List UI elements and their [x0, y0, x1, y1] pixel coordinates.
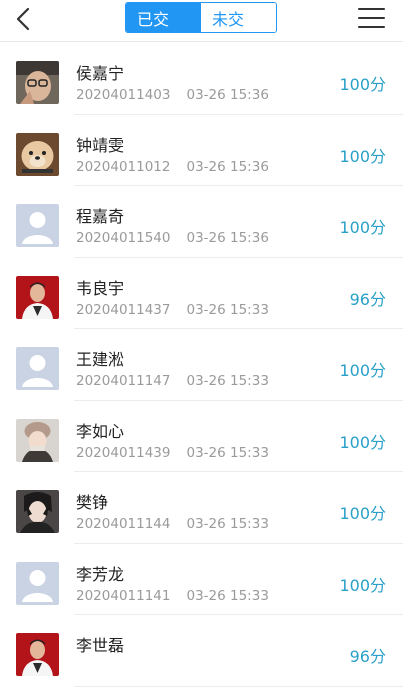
student-list: 侯嘉宁 20204011403 03-26 15:36 100分 钟靖雯 20204011… [0, 43, 403, 687]
submission-time: 03-26 15:33 [186, 444, 269, 461]
student-id: 20204011437 [76, 301, 171, 318]
submission-time: 03-26 15:33 [186, 301, 269, 318]
score-value: 96分 [349, 289, 386, 309]
student-name: 王建淞 [76, 350, 125, 369]
student-id: 20204011012 [76, 158, 171, 175]
chevron-left-icon [16, 7, 30, 31]
student-meta [76, 659, 92, 675]
avatar [16, 561, 59, 605]
avatar [16, 61, 59, 104]
student-id: 20204011403 [76, 87, 171, 103]
submission-time: 03-26 15:36 [186, 87, 269, 103]
student-name: 程嘉奇 [76, 207, 125, 226]
student-row[interactable]: 程嘉奇 20204011540 03-26 15:36 100分 [0, 186, 403, 258]
student-name: 李如心 [76, 421, 125, 441]
submission-time: 03-26 15:33 [186, 516, 269, 532]
top-bar: 已交 未交 [0, 0, 403, 42]
student-name: 李芳龙 [76, 564, 125, 584]
student-id: 20204011147 [76, 373, 171, 389]
score-value: 100分 [339, 361, 386, 380]
student-id: 20204011540 [76, 230, 171, 246]
menu-button[interactable] [358, 6, 385, 30]
avatar [16, 418, 59, 462]
student-meta: 20204011012 03-26 15:36 [76, 159, 269, 175]
score-value: 100分 [339, 504, 386, 523]
student-row[interactable]: 李如心 20204011439 03-26 15:33 100分 [0, 401, 403, 472]
avatar [16, 347, 59, 390]
avatar [16, 132, 59, 176]
student-row[interactable]: 李芳龙 20204011141 03-26 15:33 100分 [0, 544, 403, 615]
student-row[interactable]: 钟靖雯 20204011012 03-26 15:36 100分 [0, 115, 403, 186]
score-value: 100分 [339, 575, 386, 595]
hamburger-menu-icon [358, 8, 385, 10]
student-meta: 20204011540 03-26 15:36 [76, 230, 269, 246]
student-meta: 20204011403 03-26 15:36 [76, 87, 269, 103]
tab-submitted[interactable]: 已交 [126, 3, 201, 32]
row-divider [74, 685, 403, 687]
score-value: 100分 [339, 75, 386, 94]
avatar [16, 204, 59, 247]
student-id: 20204011439 [76, 444, 171, 461]
student-name: 韦良宇 [76, 278, 125, 298]
score-value: 100分 [339, 432, 386, 452]
back-button[interactable] [8, 4, 38, 34]
avatar [16, 490, 59, 533]
student-row[interactable]: 樊铮 20204011144 03-26 15:33 100分 [0, 472, 403, 544]
student-name: 侯嘉宁 [76, 64, 125, 83]
student-id: 20204011144 [76, 516, 171, 532]
student-row[interactable]: 韦良宇 20204011437 03-26 15:33 96分 [0, 258, 403, 329]
score-value: 100分 [339, 146, 386, 166]
submission-time: 03-26 15:33 [186, 373, 269, 389]
hamburger-menu-line [358, 26, 385, 28]
student-name: 李世磊 [76, 636, 125, 655]
student-id: 20204011141 [76, 587, 171, 604]
student-name: 樊铮 [76, 493, 109, 512]
submission-segmented-control: 已交 未交 [125, 2, 277, 33]
avatar [16, 633, 59, 676]
student-row[interactable]: 王建淞 20204011147 03-26 15:33 100分 [0, 329, 403, 401]
submission-time: 03-26 15:36 [186, 158, 269, 175]
student-meta: 20204011439 03-26 15:33 [76, 445, 269, 461]
avatar [16, 275, 59, 319]
student-meta: 20204011144 03-26 15:33 [76, 516, 269, 532]
score-value: 96分 [349, 647, 386, 666]
tab-not-submitted[interactable]: 未交 [201, 3, 276, 32]
submission-time: 03-26 15:36 [186, 230, 269, 246]
hamburger-menu-line [358, 17, 385, 19]
student-row[interactable]: 李世磊 96分 [0, 615, 403, 687]
student-meta: 20204011437 03-26 15:33 [76, 302, 269, 318]
student-row[interactable]: 侯嘉宁 20204011403 03-26 15:36 100分 [0, 43, 403, 115]
student-name: 钟靖雯 [76, 135, 125, 155]
student-meta: 20204011141 03-26 15:33 [76, 588, 269, 604]
student-meta: 20204011147 03-26 15:33 [76, 373, 269, 389]
submission-time: 03-26 15:33 [186, 587, 269, 604]
score-value: 100分 [339, 218, 386, 237]
